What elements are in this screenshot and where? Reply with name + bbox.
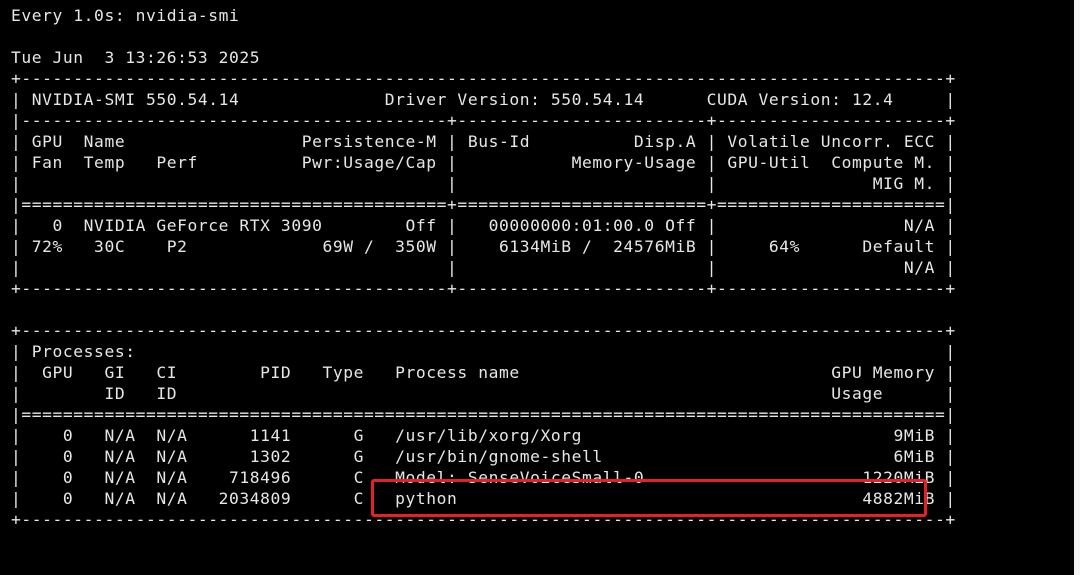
gpu-header-line-3: | | | MIG M. | (11, 174, 956, 193)
process-header-line-1: | GPU GI CI PID Type Process name GPU Me… (11, 363, 956, 382)
gpu-row-line-3: | | | N/A | (11, 258, 956, 277)
scrollbar[interactable] (1074, 0, 1080, 575)
process-table-double-divider: |=======================================… (11, 405, 956, 424)
process-row: | 0 N/A N/A 1302 G /usr/bin/gnome-shell … (11, 447, 956, 466)
table-border-top: +---------------------------------------… (11, 69, 956, 88)
terminal-screen[interactable]: Every 1.0s: nvidia-smi Tue Jun 3 13:26:53… (0, 0, 1074, 575)
version-line: | NVIDIA-SMI 550.54.14 Driver Version: 5… (11, 90, 956, 109)
table-divider: |---------------------------------------… (11, 111, 956, 130)
process-header-line-2: | ID ID Usage | (11, 384, 956, 403)
process-row-python: | 0 N/A N/A 2034809 C python 4882MiB | (11, 489, 956, 508)
process-row: | 0 N/A N/A 718496 C Model: SenseVoiceSm… (11, 468, 956, 487)
processes-title-line: | Processes: | (11, 342, 956, 361)
timestamp-line: Tue Jun 3 13:26:53 2025 (11, 48, 261, 67)
nvidia-smi-output: Every 1.0s: nvidia-smi Tue Jun 3 13:26:53… (11, 5, 956, 530)
gpu-header-line-2: | Fan Temp Perf Pwr:Usage/Cap | Memory-U… (11, 153, 956, 172)
table-double-divider: |=======================================… (11, 195, 956, 214)
terminal-window: Every 1.0s: nvidia-smi Tue Jun 3 13:26:53… (0, 0, 1080, 575)
process-table-border-bottom: +---------------------------------------… (11, 510, 956, 529)
gpu-row-line-2: | 72% 30C P2 69W / 350W | 6134MiB / 2457… (11, 237, 956, 256)
process-row: | 0 N/A N/A 1141 G /usr/lib/xorg/Xorg 9M… (11, 426, 956, 445)
gpu-row-line-1: | 0 NVIDIA GeForce RTX 3090 Off | 000000… (11, 216, 956, 235)
process-table-border-top: +---------------------------------------… (11, 321, 956, 340)
watch-header-line: Every 1.0s: nvidia-smi (11, 6, 240, 25)
table-border-bottom: +---------------------------------------… (11, 279, 956, 298)
gpu-header-line-1: | GPU Name Persistence-M | Bus-Id Disp.A… (11, 132, 956, 151)
